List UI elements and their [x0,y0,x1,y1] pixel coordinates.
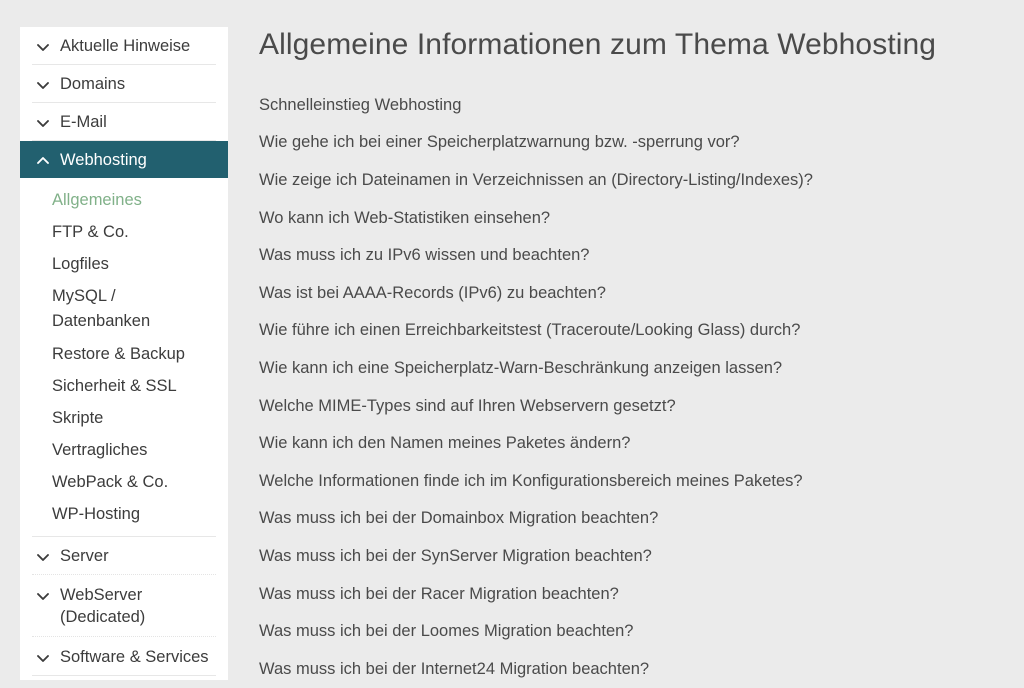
sidebar-subitem-restore-backup[interactable]: Restore & Backup [20,338,228,370]
sidebar-subitem-wp-hosting[interactable]: WP-Hosting [20,498,228,530]
sidebar-item-label: Software & Services [60,647,209,666]
sidebar-item-software-services[interactable]: Software & Services [20,638,228,675]
article-link[interactable]: Was muss ich bei der Domainbox Migration… [259,500,1004,538]
sidebar-subitem-allgemeines[interactable]: Allgemeines [20,184,228,216]
sidebar-item-e-mail[interactable]: E-Mail [20,103,228,140]
sidebar-list: Aktuelle Hinweise Domains E-Mail Webhosting… [20,27,228,676]
main-content: Allgemeine Informationen zum Thema Webho… [259,0,1004,688]
article-link[interactable]: Wie kann ich den Namen meines Paketes än… [259,424,1004,462]
sidebar-item-label: Domains [60,74,126,93]
chevron-down-icon [36,116,50,130]
chevron-up-icon [36,154,50,168]
sidebar-subitem-sicherheit-ssl[interactable]: Sicherheit & SSL [20,370,228,402]
sidebar-subitem-label: WP-Hosting [52,504,141,523]
sidebar-group: Aktuelle Hinweise [20,27,228,64]
article-link[interactable]: Was ist bei AAAA-Records (IPv6) zu beach… [259,274,1004,312]
sidebar-subitem-label: WebPack & Co. [52,472,169,491]
sidebar-divider [32,675,216,676]
article-link[interactable]: Wie führe ich einen Erreichbarkeitstest … [259,312,1004,350]
sidebar-subitem-label: Logfiles [52,254,109,273]
sidebar-subitem-label: Vertragliches [52,440,148,459]
chevron-down-icon [36,550,50,564]
sidebar-subitem-mysql-datenbanken[interactable]: MySQL / Datenbanken [20,280,228,338]
sidebar-group: Webhosting Allgemeines FTP & Co. Logfiles My… [20,141,228,536]
chevron-down-icon [36,589,50,603]
sidebar-group: Software & Services [20,638,228,675]
page-root: Aktuelle Hinweise Domains E-Mail Webhosting… [0,0,1024,680]
page-title: Allgemeine Informationen zum Thema Webho… [259,28,937,61]
sidebar-item-server[interactable]: Server [20,537,228,574]
sidebar-item-webhosting[interactable]: Webhosting [20,141,228,178]
sidebar-group: WebServer (Dedicated) [20,576,228,636]
sidebar-subitem-label: FTP & Co. [52,222,129,241]
sidebar-item-label: WebServer (Dedicated) [60,586,146,626]
sidebar-item-aktuelle-hinweise[interactable]: Aktuelle Hinweise [20,27,228,64]
sidebar-subitem-skripte[interactable]: Skripte [20,402,228,434]
sidebar-item-label: Aktuelle Hinweise [60,36,191,55]
article-link[interactable]: Was muss ich bei der Racer Migration bea… [259,575,1004,613]
sidebar-item-label: E-Mail [60,112,107,131]
article-link[interactable]: Was muss ich bei der Loomes Migration be… [259,612,1004,650]
sidebar-subitem-vertragliches[interactable]: Vertragliches [20,434,228,466]
sidebar-group: Server [20,537,228,574]
article-link[interactable]: Was muss ich bei der Internet24 Migratio… [259,650,1004,688]
sidebar-subitem-list: Allgemeines FTP & Co. Logfiles MySQL / Date… [20,178,228,536]
article-link[interactable]: Schnelleinstieg Webhosting [259,86,1004,124]
sidebar-navigation: Aktuelle Hinweise Domains E-Mail Webhosting… [20,27,228,680]
sidebar-subitem-label: Allgemeines [52,190,142,209]
article-link[interactable]: Wie kann ich eine Speicherplatz-Warn-Bes… [259,349,1004,387]
sidebar-subitem-logfiles[interactable]: Logfiles [20,248,228,280]
chevron-down-icon [36,40,50,54]
sidebar-group: E-Mail [20,103,228,140]
article-link-list: Schnelleinstieg Webhosting Wie gehe ich b… [259,86,1004,688]
article-link[interactable]: Wo kann ich Web-Statistiken einsehen? [259,199,1004,237]
sidebar-item-webserver-dedicated[interactable]: WebServer (Dedicated) [20,576,228,636]
sidebar-subitem-ftp-co[interactable]: FTP & Co. [20,216,228,248]
article-link[interactable]: Welche Informationen finde ich im Konfig… [259,462,1004,500]
sidebar-subitem-label: Sicherheit & SSL [52,376,177,395]
chevron-down-icon [36,78,50,92]
article-link[interactable]: Wie zeige ich Dateinamen in Verzeichniss… [259,161,1004,199]
chevron-down-icon [36,651,50,665]
sidebar-item-label: Webhosting [60,150,147,169]
sidebar-subitem-label: Restore & Backup [52,344,185,363]
article-link[interactable]: Welche MIME-Types sind auf Ihren Webserv… [259,387,1004,425]
sidebar-subitem-label: MySQL / Datenbanken [52,287,151,330]
sidebar-subitem-webpack-co[interactable]: WebPack & Co. [20,466,228,498]
sidebar-item-domains[interactable]: Domains [20,65,228,102]
sidebar-subitem-label: Skripte [52,408,104,427]
sidebar-group: Domains [20,65,228,102]
article-link[interactable]: Wie gehe ich bei einer Speicherplatzwarn… [259,124,1004,162]
sidebar-item-label: Server [60,546,109,565]
article-link[interactable]: Was muss ich zu IPv6 wissen und beachten… [259,236,1004,274]
article-link[interactable]: Was muss ich bei der SynServer Migration… [259,537,1004,575]
